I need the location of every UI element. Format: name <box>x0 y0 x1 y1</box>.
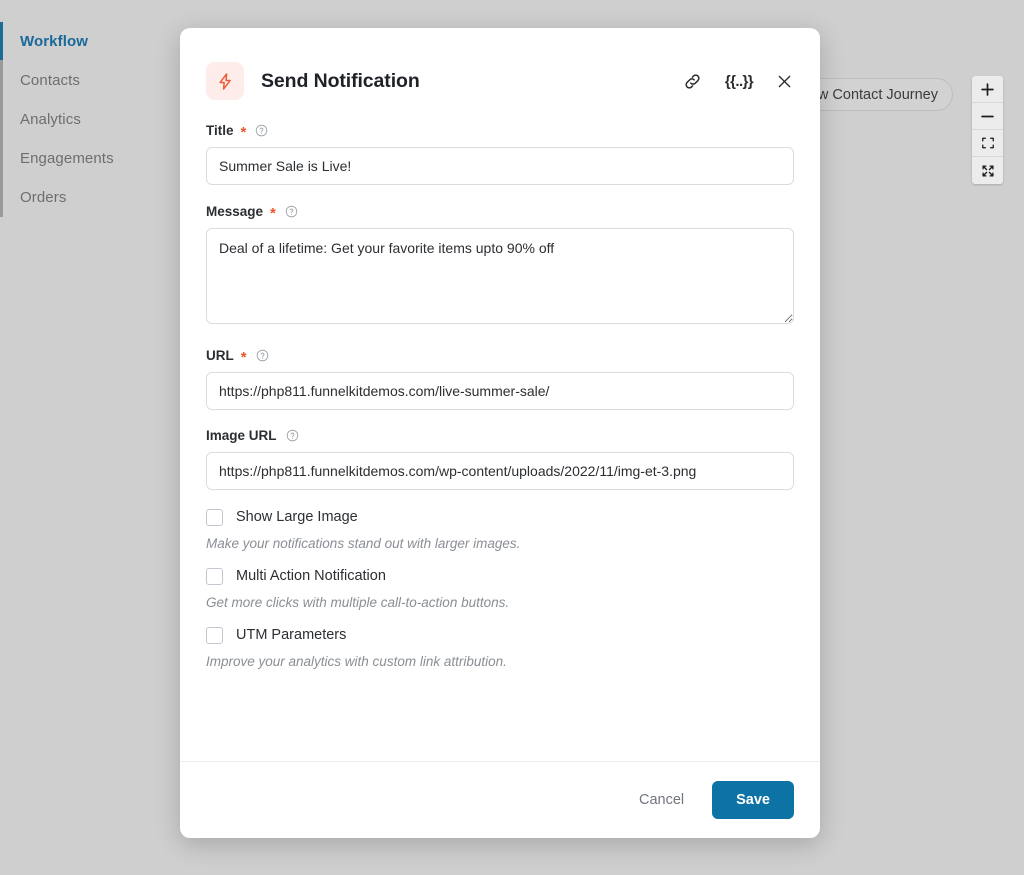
modal-body: Title * Message * <box>180 112 820 761</box>
checkbox-label: UTM Parameters <box>236 627 347 643</box>
merge-tags-label: {{..}} <box>724 72 754 90</box>
required-asterisk: * <box>240 349 247 366</box>
image-url-label-text: Image URL <box>206 428 277 443</box>
checkbox-hint: Get more clicks with multiple call-to-ac… <box>206 594 510 610</box>
modal-header: Send Notification {{..}} <box>180 28 820 112</box>
close-icon[interactable] <box>775 72 794 91</box>
required-asterisk: * <box>240 124 247 141</box>
image-url-input[interactable] <box>206 451 794 490</box>
save-button[interactable]: Save <box>712 781 794 819</box>
modal-header-actions: {{..}} <box>682 71 794 92</box>
field-group-image-url: Image URL <box>206 429 794 490</box>
show-large-image-checkbox-row[interactable]: Show Large Image <box>206 508 794 526</box>
help-circle-glyph <box>286 429 298 442</box>
checkbox-group-multi-action-notification: Multi Action Notification Get more click… <box>206 567 794 610</box>
image-url-field-label: Image URL <box>206 429 794 443</box>
checkbox-label: Show Large Image <box>236 509 358 525</box>
field-group-title: Title * <box>206 123 794 185</box>
title-field-label: Title * <box>206 122 794 141</box>
modal-footer: Cancel Save <box>180 761 820 838</box>
help-circle-glyph <box>256 124 268 137</box>
help-circle-icon[interactable] <box>286 429 299 442</box>
checkbox-hint: Make your notifications stand out with l… <box>206 535 521 551</box>
field-group-message: Message * <box>206 204 794 329</box>
cancel-button[interactable]: Cancel <box>637 786 686 814</box>
checkbox-icon[interactable] <box>206 508 223 526</box>
merge-tags-icon[interactable]: {{..}} <box>724 72 754 90</box>
message-textarea[interactable] <box>206 228 794 324</box>
checkbox-group-utm-parameters: UTM Parameters Improve your analytics wi… <box>206 626 794 669</box>
required-asterisk: * <box>270 205 276 222</box>
checkbox-icon[interactable] <box>206 567 223 585</box>
checkbox-icon[interactable] <box>206 626 223 644</box>
message-field-label: Message * <box>206 203 794 222</box>
send-notification-modal: Send Notification {{..}} Title * Summer … <box>180 28 820 838</box>
modal-overlay: Send Notification {{..}} Title * Summer … <box>0 0 1024 875</box>
checkbox-group-show-large-image: Show Large Image Make your notifications… <box>206 508 794 551</box>
help-circle-icon[interactable] <box>285 205 298 218</box>
title-input[interactable] <box>206 147 794 185</box>
help-circle-icon[interactable] <box>256 349 269 362</box>
title-label-text: Title <box>206 122 234 138</box>
utm-parameters-checkbox-row[interactable]: UTM Parameters <box>206 626 794 644</box>
field-group-url: URL * <box>206 348 794 410</box>
help-circle-glyph <box>285 205 298 218</box>
modal-title: Send Notification <box>261 69 420 92</box>
close-x-glyph <box>778 75 791 87</box>
help-circle-glyph <box>256 349 268 362</box>
url-label-text: URL <box>206 347 234 363</box>
link-chain-glyph <box>685 73 700 89</box>
lightning-bolt-glyph <box>218 72 231 90</box>
link-icon[interactable] <box>682 71 703 92</box>
message-label-text: Message <box>206 203 264 219</box>
checkbox-hint: Improve your analytics with custom link … <box>206 653 507 669</box>
multi-action-notification-checkbox-row[interactable]: Multi Action Notification <box>206 567 794 585</box>
lightning-bolt-icon <box>206 62 244 100</box>
url-input[interactable] <box>206 372 794 410</box>
checkbox-label: Multi Action Notification <box>236 568 386 584</box>
url-field-label: URL * <box>206 347 794 366</box>
help-circle-icon[interactable] <box>255 124 268 137</box>
